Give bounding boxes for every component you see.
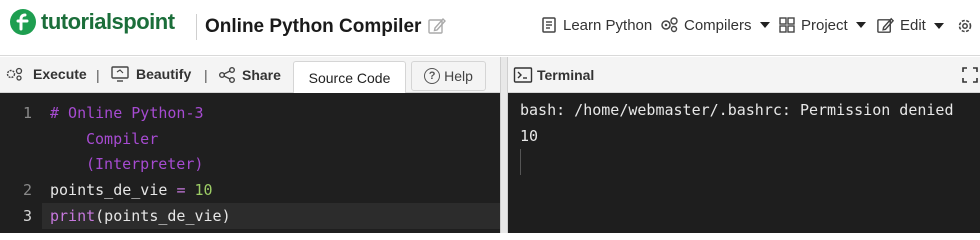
- execute-button[interactable]: Execute: [5, 66, 87, 82]
- code-number: 10: [194, 181, 213, 199]
- pane-splitter[interactable]: [500, 57, 508, 233]
- code-function: print: [50, 207, 96, 225]
- nav-project[interactable]: Project: [778, 16, 866, 34]
- chevron-down-icon: [855, 22, 866, 28]
- code-arguments: (points_de_vie): [95, 207, 231, 225]
- terminal-output[interactable]: bash: /home/webmaster/.bashrc: Permissio…: [508, 93, 980, 233]
- fullscreen-icon[interactable]: [961, 66, 979, 89]
- grid-icon: [779, 17, 795, 33]
- toolbar-separator: |: [96, 67, 100, 83]
- toolbar-separator: |: [204, 67, 208, 83]
- nav-compilers-label: Compilers: [684, 16, 752, 34]
- code-line-2: points_de_vie = 10: [50, 181, 213, 199]
- code-operator: =: [176, 181, 186, 199]
- brand-logo-icon: [10, 9, 36, 35]
- code-line-3: print(points_de_vie): [50, 207, 231, 225]
- terminal-header: Terminal: [508, 57, 980, 93]
- code-comment-line: # Online Python-3: [50, 104, 204, 122]
- beautify-label: Beautify: [136, 66, 192, 82]
- code-variable: points_de_vie: [50, 181, 168, 199]
- terminal-tab[interactable]: Terminal: [513, 66, 594, 84]
- top-header: tutorialspoint Online Python Compiler Le…: [0, 0, 980, 56]
- nav-edit-label: Edit: [900, 17, 926, 34]
- gear-icon: [958, 19, 972, 33]
- nav-learn-python-label: Learn Python: [563, 16, 653, 34]
- line-number-gutter: 1 2 3: [0, 93, 42, 233]
- terminal-icon: [513, 67, 533, 83]
- edit-icon: [877, 17, 895, 33]
- share-icon: [219, 67, 235, 83]
- header-divider: [196, 14, 197, 40]
- code-comment-wrap: Compiler: [86, 130, 159, 148]
- gears-icon: [661, 17, 678, 33]
- tab-help[interactable]: ? Help: [411, 61, 486, 91]
- share-label: Share: [242, 67, 281, 83]
- editor-toolbar: Execute | Beautify | Share Source Code ?…: [0, 57, 500, 94]
- monitor-icon: [111, 66, 129, 82]
- terminal-line: bash: /home/webmaster/.bashrc: Permissio…: [520, 101, 954, 119]
- line-number: 2: [22, 181, 32, 199]
- brand-logo[interactable]: tutorialspoint: [10, 8, 175, 36]
- line-number: 1: [22, 104, 32, 122]
- execute-label: Execute: [33, 66, 87, 82]
- code-editor[interactable]: 1 2 3 # Online Python-3 Compiler (Interp…: [0, 93, 500, 233]
- page-title: Online Python Compiler: [205, 16, 422, 37]
- brand-name: tutorialspoint: [41, 9, 175, 34]
- terminal-line: 10: [520, 127, 539, 145]
- book-icon: [542, 17, 556, 33]
- line-number: 3: [22, 207, 32, 225]
- nav-compilers[interactable]: Compilers: [659, 16, 770, 34]
- help-icon: ?: [424, 68, 441, 84]
- settings-button[interactable]: [955, 16, 980, 36]
- nav-learn-python[interactable]: Learn Python: [540, 16, 652, 34]
- chevron-down-icon: [759, 22, 770, 28]
- tab-source-code[interactable]: Source Code: [293, 61, 406, 94]
- code-comment-wrap: (Interpreter): [86, 155, 204, 173]
- nav-project-label: Project: [801, 16, 848, 34]
- chevron-down-icon: [933, 22, 944, 29]
- tab-help-label: Help: [444, 68, 473, 84]
- gears-icon: [6, 67, 23, 81]
- terminal-cursor: [520, 149, 521, 175]
- beautify-button[interactable]: Beautify: [110, 66, 191, 82]
- share-button[interactable]: Share: [218, 66, 281, 84]
- nav-edit[interactable]: Edit: [876, 16, 944, 35]
- terminal-label: Terminal: [537, 67, 595, 83]
- edit-title-icon[interactable]: [427, 16, 447, 41]
